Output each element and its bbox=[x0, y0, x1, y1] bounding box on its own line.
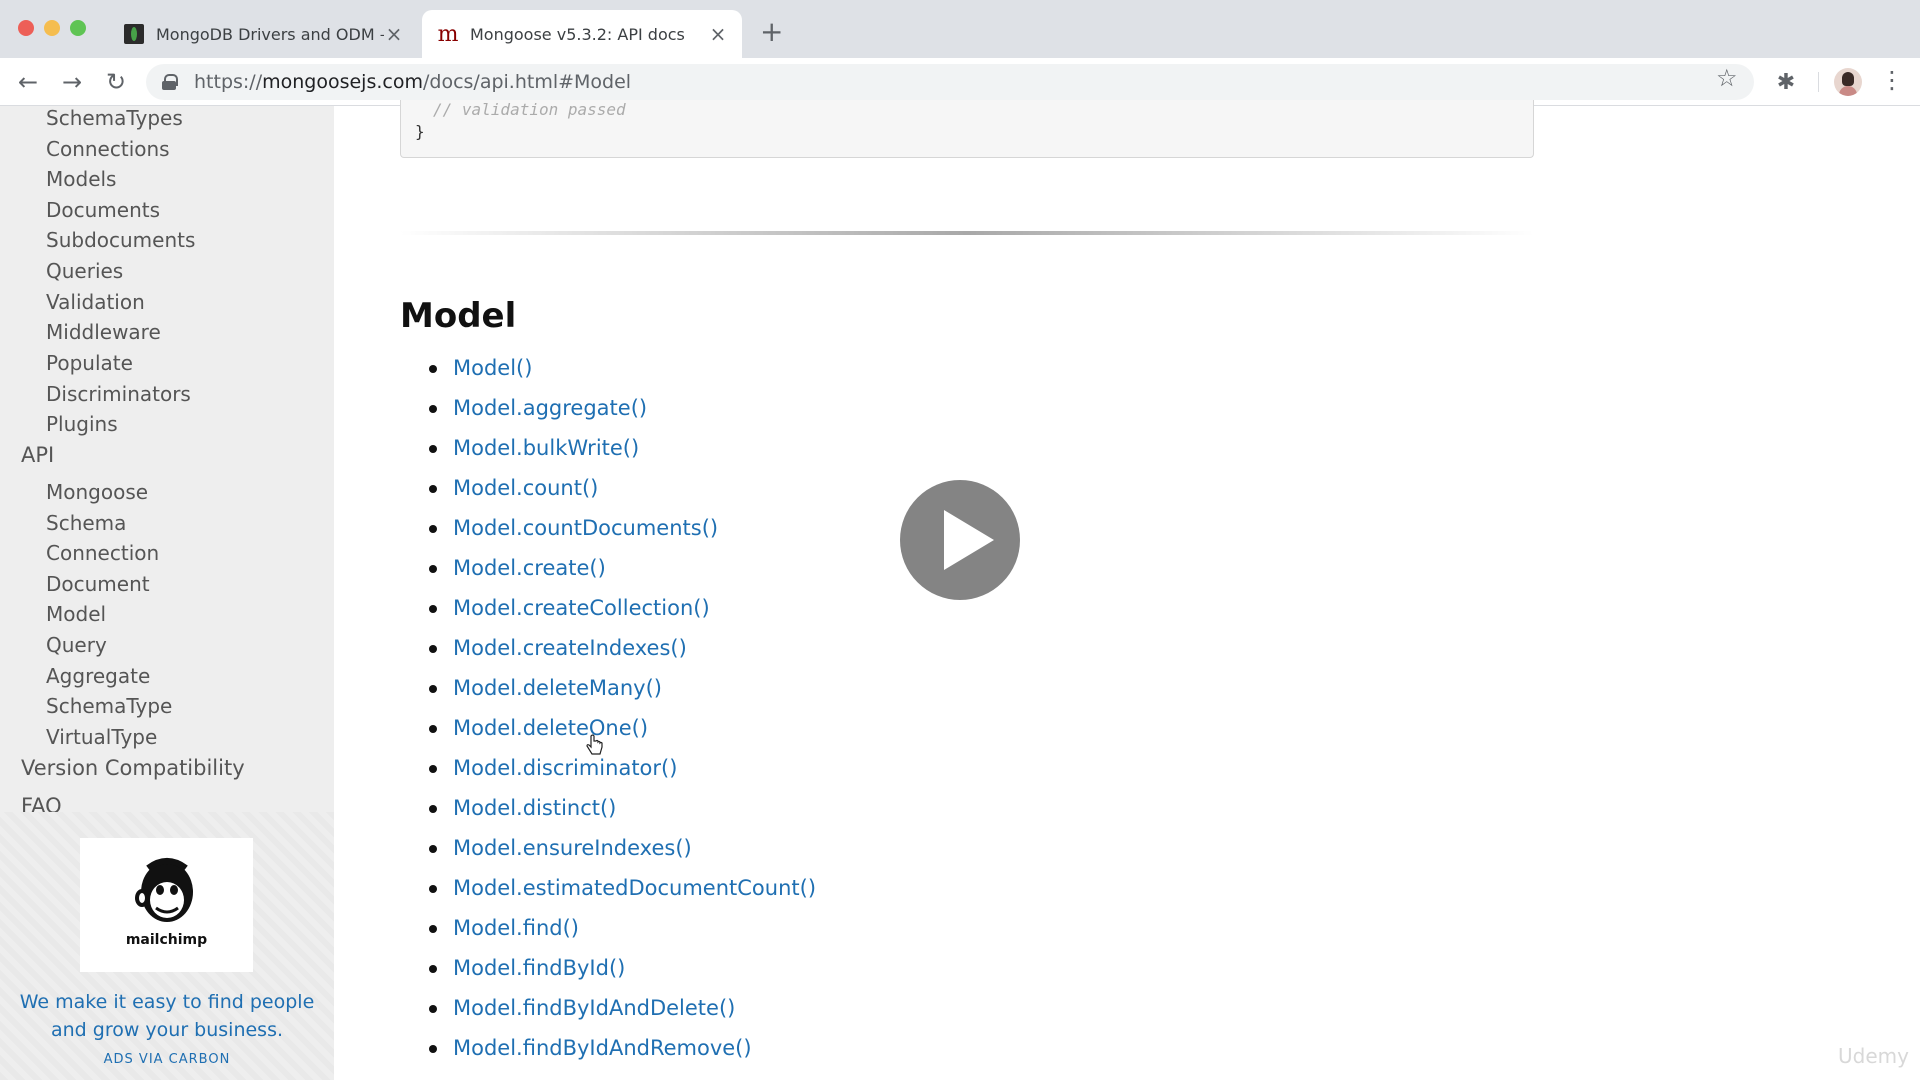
sidebar-item-model[interactable]: Model bbox=[46, 602, 106, 626]
code-comment: // validation passed bbox=[433, 100, 626, 119]
list-item: Model.findByIdAndRemove() bbox=[400, 1028, 816, 1068]
list-item: Model.count() bbox=[400, 468, 816, 508]
method-link[interactable]: Model.deleteMany() bbox=[453, 676, 662, 700]
method-link[interactable]: Model.createCollection() bbox=[453, 596, 710, 620]
sidebar-item-aggregate[interactable]: Aggregate bbox=[46, 664, 150, 688]
profile-avatar[interactable] bbox=[1834, 68, 1862, 96]
sidebar-item-version-compatibility[interactable]: Version Compatibility bbox=[21, 756, 245, 780]
list-item: Model.distinct() bbox=[400, 788, 816, 828]
method-link[interactable]: Model.findById() bbox=[453, 956, 625, 980]
sidebar-item-populate[interactable]: Populate bbox=[46, 351, 133, 375]
bookmark-star-icon[interactable]: ☆ bbox=[1716, 64, 1738, 92]
method-link[interactable]: Model.distinct() bbox=[453, 796, 616, 820]
list-item: Model.estimatedDocumentCount() bbox=[400, 868, 816, 908]
mongoose-m-icon: m bbox=[437, 21, 459, 47]
sidebar-item-connection[interactable]: Connection bbox=[46, 541, 159, 565]
sidebar-item-subdocuments[interactable]: Subdocuments bbox=[46, 228, 195, 252]
method-link[interactable]: Model.ensureIndexes() bbox=[453, 836, 692, 860]
method-link[interactable]: Model() bbox=[453, 356, 532, 380]
sidebar-item-validation[interactable]: Validation bbox=[46, 290, 145, 314]
sidebar-item-document[interactable]: Document bbox=[46, 572, 150, 596]
sidebar-item-schema[interactable]: Schema bbox=[46, 511, 126, 535]
tab-mongodb-drivers[interactable]: MongoDB Drivers and ODM — × bbox=[108, 10, 418, 58]
sidebar-item-mongoose[interactable]: Mongoose bbox=[46, 480, 148, 504]
sidebar-item-plugins[interactable]: Plugins bbox=[46, 412, 118, 436]
ads-via-carbon-link[interactable]: ADS VIA CARBON bbox=[0, 1052, 334, 1067]
sidebar-item-models[interactable]: Models bbox=[46, 167, 116, 191]
sidebar-item-schematypes[interactable]: SchemaTypes bbox=[46, 106, 183, 130]
menu-kebab-icon[interactable]: ⋮ bbox=[1880, 66, 1904, 94]
code-closing-brace: } bbox=[415, 122, 425, 141]
sidebar-item-middleware[interactable]: Middleware bbox=[46, 320, 161, 344]
back-arrow-icon[interactable]: ← bbox=[12, 66, 44, 98]
sidebar-item-schematype[interactable]: SchemaType bbox=[46, 694, 172, 718]
method-link[interactable]: Model.findByIdAndRemove() bbox=[453, 1036, 752, 1060]
list-item: Model.discriminator() bbox=[400, 748, 816, 788]
list-item: Model.bulkWrite() bbox=[400, 428, 816, 468]
list-item: Model.ensureIndexes() bbox=[400, 828, 816, 868]
sidebar-item-virtualtype[interactable]: VirtualType bbox=[46, 725, 157, 749]
address-bar[interactable]: https://mongoosejs.com/docs/api.html#Mod… bbox=[146, 64, 1754, 100]
method-link[interactable]: Model.countDocuments() bbox=[453, 516, 718, 540]
method-link[interactable]: Model.find() bbox=[453, 916, 579, 940]
method-link[interactable]: Model.findByIdAndDelete() bbox=[453, 996, 735, 1020]
sidebar-item-api[interactable]: API bbox=[21, 443, 54, 467]
list-item: Model.aggregate() bbox=[400, 388, 816, 428]
section-heading-model: Model bbox=[400, 296, 517, 336]
list-item: Model.create() bbox=[400, 548, 816, 588]
ad-text[interactable]: We make it easy to find people and grow … bbox=[0, 988, 334, 1044]
minimize-window-button[interactable] bbox=[44, 20, 60, 36]
ad-brand-name: mailchimp bbox=[125, 932, 208, 948]
sidebar-item-queries[interactable]: Queries bbox=[46, 259, 123, 283]
list-item: Model.findById() bbox=[400, 948, 816, 988]
maximize-window-button[interactable] bbox=[70, 20, 86, 36]
tab-title: MongoDB Drivers and ODM — bbox=[156, 24, 384, 44]
list-item: Model.countDocuments() bbox=[400, 508, 816, 548]
method-link[interactable]: Model.count() bbox=[453, 476, 598, 500]
tab-title: Mongoose v5.3.2: API docs bbox=[470, 24, 685, 44]
udemy-watermark: Udemy bbox=[1838, 1044, 1909, 1068]
forward-arrow-icon[interactable]: → bbox=[56, 66, 88, 98]
method-link[interactable]: Model.bulkWrite() bbox=[453, 436, 639, 460]
browser-tab-bar: MongoDB Drivers and ODM — × m Mongoose v… bbox=[0, 0, 1920, 58]
method-link[interactable]: Model.create() bbox=[453, 556, 606, 580]
new-tab-icon[interactable]: + bbox=[760, 18, 783, 46]
list-item: Model.createCollection() bbox=[400, 588, 816, 628]
sidebar-item-discriminators[interactable]: Discriminators bbox=[46, 382, 191, 406]
model-methods-list: Model() Model.aggregate() Model.bulkWrit… bbox=[400, 348, 816, 1068]
sidebar-item-documents[interactable]: Documents bbox=[46, 198, 160, 222]
list-item: Model() bbox=[400, 348, 816, 388]
hand-cursor-icon bbox=[586, 734, 603, 755]
toolbar-separator bbox=[1818, 72, 1819, 92]
list-item: Model.createIndexes() bbox=[400, 628, 816, 668]
method-link[interactable]: Model.discriminator() bbox=[453, 756, 677, 780]
list-item: Model.deleteMany() bbox=[400, 668, 816, 708]
list-item: Model.find() bbox=[400, 908, 816, 948]
list-item: Model.findByIdAndDelete() bbox=[400, 988, 816, 1028]
docs-sidebar: SchemaTypes Connections Models Documents… bbox=[0, 106, 334, 1080]
ad-logo-box[interactable]: mailchimp bbox=[80, 838, 253, 972]
method-link[interactable]: Model.createIndexes() bbox=[453, 636, 687, 660]
code-block: // validation passed } bbox=[400, 100, 1534, 158]
browser-toolbar: ← → ↻ https://mongoosejs.com/docs/api.ht… bbox=[0, 58, 1920, 106]
lock-icon[interactable] bbox=[162, 74, 178, 90]
reload-icon[interactable]: ↻ bbox=[100, 66, 132, 98]
extension-bug-icon[interactable]: ✱ bbox=[1772, 68, 1800, 96]
method-link[interactable]: Model.deleteOne() bbox=[453, 716, 648, 740]
sidebar-item-connections[interactable]: Connections bbox=[46, 137, 170, 161]
method-link[interactable]: Model.aggregate() bbox=[453, 396, 647, 420]
method-link[interactable]: Model.estimatedDocumentCount() bbox=[453, 876, 816, 900]
mailchimp-logo-icon bbox=[135, 858, 193, 922]
url-text[interactable]: https://mongoosejs.com/docs/api.html#Mod… bbox=[194, 71, 631, 93]
close-tab-icon[interactable]: × bbox=[708, 22, 728, 46]
section-divider bbox=[400, 231, 1534, 235]
tab-mongoose-api-docs[interactable]: m Mongoose v5.3.2: API docs × bbox=[422, 10, 742, 58]
list-item: Model.deleteOne() bbox=[400, 708, 816, 748]
mongodb-leaf-icon bbox=[124, 24, 144, 44]
play-button[interactable] bbox=[900, 480, 1020, 600]
close-tab-icon[interactable]: × bbox=[384, 22, 404, 46]
sidebar-item-query[interactable]: Query bbox=[46, 633, 107, 657]
close-window-button[interactable] bbox=[18, 20, 34, 36]
